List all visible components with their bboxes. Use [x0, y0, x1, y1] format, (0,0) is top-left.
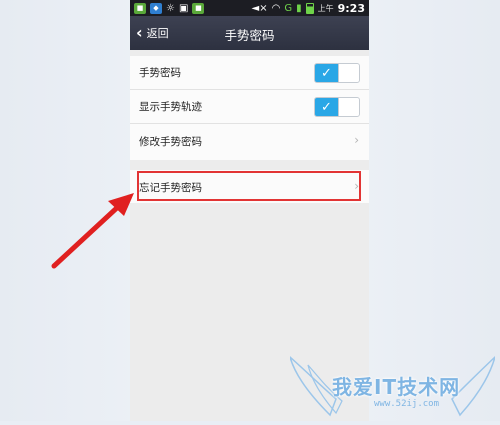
mute-icon: ◄× — [251, 2, 268, 14]
watermark: 我爱IT技术网 www.52ij.com — [288, 354, 497, 421]
status-bar: ■ ◆ ☼ ▣ ■ ◄× ◠ G ▮ 上午 9:23 — [130, 0, 369, 16]
status-ampm: 上午 — [317, 3, 334, 13]
setting-label: 显示手势轨迹 — [139, 101, 202, 113]
chevron-right-icon: › — [354, 179, 359, 193]
setting-label: 手势密码 — [139, 67, 181, 79]
setting-change-gesture-password[interactable]: 修改手势密码 › — [130, 124, 369, 158]
setting-show-gesture-trace[interactable]: 显示手势轨迹 ✓ — [130, 90, 369, 124]
signal-icon: ▮ — [296, 2, 302, 14]
toggle-knob — [338, 64, 359, 82]
setting-label: 忘记手势密码 — [139, 181, 202, 194]
setting-label: 修改手势密码 — [139, 135, 202, 148]
show-trace-toggle[interactable]: ✓ — [314, 97, 360, 117]
network-type: G — [284, 2, 293, 14]
chevron-right-icon: › — [354, 133, 359, 147]
shield-icon: ◆ — [150, 2, 162, 14]
watermark-text: 我爱IT技术网 — [332, 375, 461, 399]
app-icon: ■ — [134, 2, 146, 14]
setting-forgot-gesture-password[interactable]: 忘记手势密码 › — [130, 170, 369, 204]
status-time: 9:23 — [337, 1, 365, 15]
watermark-url: www.52ij.com — [374, 399, 440, 409]
check-icon: ✓ — [315, 64, 338, 82]
app-icon: ■ — [192, 2, 205, 14]
toggle-knob — [338, 98, 359, 116]
sun-icon: ☼ — [166, 2, 175, 14]
page-title: 手势密码 — [224, 28, 275, 43]
setting-gesture-password[interactable]: 手势密码 ✓ — [130, 56, 369, 90]
settings-group: 手势密码 ✓ 显示手势轨迹 ✓ 修改手势密码 › — [130, 56, 369, 160]
forgot-group: 忘记手势密码 › — [130, 170, 369, 203]
gesture-password-toggle[interactable]: ✓ — [314, 63, 360, 83]
title-bar: ‹ 返回 手势密码 — [130, 16, 369, 50]
check-icon: ✓ — [315, 98, 338, 116]
battery-icon — [305, 2, 314, 14]
wifi-icon: ◠ — [271, 2, 281, 14]
image-icon: ▣ — [178, 2, 189, 14]
